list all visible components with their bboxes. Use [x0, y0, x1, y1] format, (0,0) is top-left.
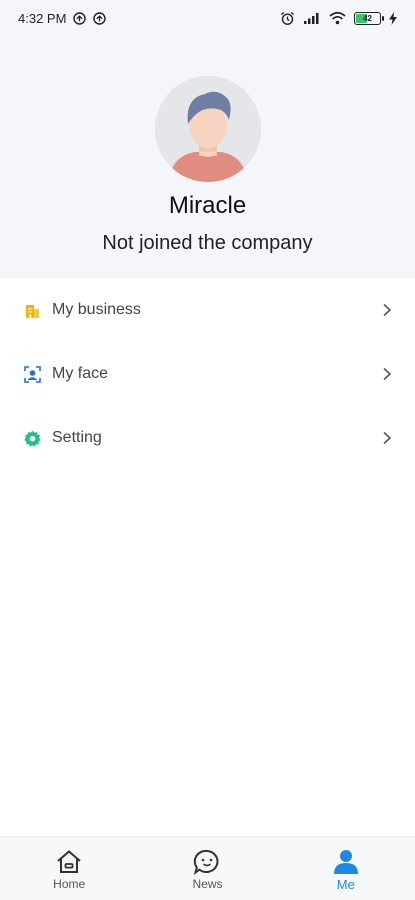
wifi-icon — [329, 11, 346, 25]
chevron-right-icon — [381, 303, 393, 317]
charging-icon — [389, 11, 397, 25]
chevron-right-icon — [381, 431, 393, 445]
menu-item-setting[interactable]: Setting — [0, 406, 415, 470]
nav-label: Me — [336, 877, 355, 892]
chevron-right-icon — [381, 367, 393, 381]
status-time: 4:32 PM — [18, 10, 67, 26]
person-avatar-icon — [155, 76, 261, 182]
screen: 4:32 PM 42 Miracle Not joined the compan… — [0, 0, 415, 900]
chat-bubble-icon — [193, 849, 221, 875]
alarm-icon — [280, 11, 295, 26]
profile-header: Miracle Not joined the company — [0, 36, 415, 278]
nav-item-home[interactable]: Home — [0, 837, 138, 900]
battery-level: 42 — [363, 13, 372, 23]
gear-icon — [24, 430, 41, 447]
menu-item-label: My business — [52, 301, 141, 318]
nav-label: Home — [53, 877, 86, 891]
home-icon — [55, 849, 83, 875]
face-scan-icon — [24, 365, 41, 383]
menu-item-my-face[interactable]: My face — [0, 342, 415, 406]
nav-item-news[interactable]: News — [138, 837, 276, 900]
nav-label: News — [192, 877, 223, 891]
bottom-nav: Home News Me — [0, 836, 415, 900]
avatar[interactable] — [155, 76, 261, 182]
signal-icon — [303, 11, 321, 25]
sync-icon — [93, 11, 107, 25]
menu-item-label: My face — [52, 365, 109, 382]
battery-indicator: 42 — [354, 11, 384, 25]
nav-item-me[interactable]: Me — [277, 837, 415, 900]
company-status: Not joined the company — [102, 232, 313, 254]
sync-icon — [73, 11, 87, 25]
profile-name: Miracle — [168, 192, 247, 219]
menu-list: My business My face Setting — [0, 278, 415, 470]
menu-item-my-business[interactable]: My business — [0, 278, 415, 342]
status-bar: 4:32 PM 42 — [0, 0, 415, 36]
building-icon — [24, 302, 41, 319]
person-icon — [332, 849, 360, 875]
menu-item-label: Setting — [52, 429, 102, 446]
